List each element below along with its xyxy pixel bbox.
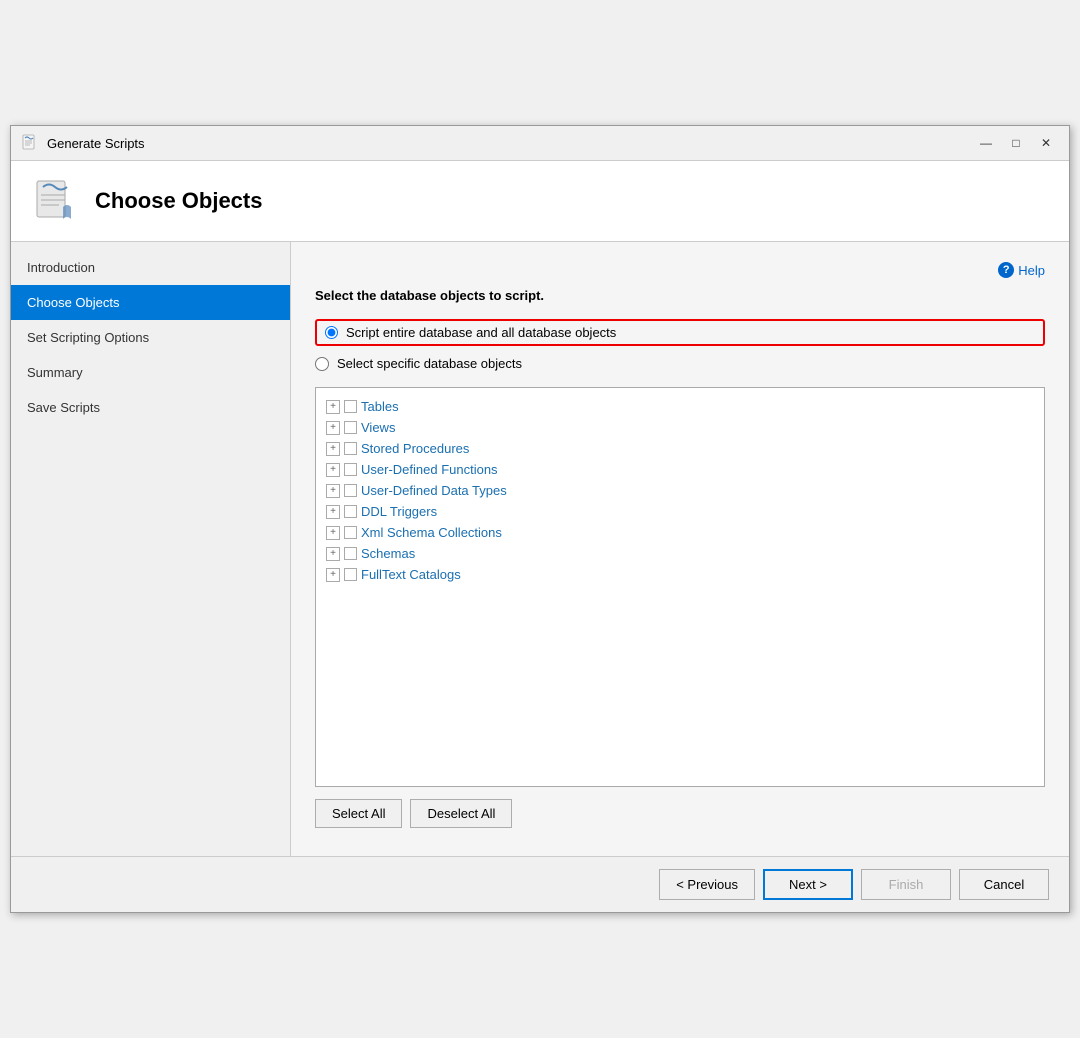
- tree-item-label: Schemas: [361, 546, 415, 561]
- tree-item-label: DDL Triggers: [361, 504, 437, 519]
- tree-item[interactable]: + Xml Schema Collections: [320, 522, 1040, 543]
- main-content: ? Help Select the database objects to sc…: [291, 242, 1069, 856]
- deselect-all-button[interactable]: Deselect All: [410, 799, 512, 828]
- tree-expand-icon[interactable]: +: [326, 400, 340, 414]
- sidebar-item-set-scripting-options[interactable]: Set Scripting Options: [11, 320, 290, 355]
- page-title: Choose Objects: [95, 188, 262, 214]
- tree-checkbox[interactable]: [344, 442, 357, 455]
- select-all-button[interactable]: Select All: [315, 799, 402, 828]
- radio-label-entire: Script entire database and all database …: [346, 325, 616, 340]
- select-buttons-row: Select All Deselect All: [315, 799, 1045, 828]
- radio-script-entire[interactable]: [325, 326, 338, 339]
- cancel-button[interactable]: Cancel: [959, 869, 1049, 900]
- tree-item-label: Views: [361, 420, 395, 435]
- sidebar-item-introduction[interactable]: Introduction: [11, 250, 290, 285]
- radio-label-specific: Select specific database objects: [337, 356, 522, 371]
- app-icon: [21, 134, 39, 152]
- tree-expand-icon[interactable]: +: [326, 442, 340, 456]
- tree-expand-icon[interactable]: +: [326, 526, 340, 540]
- maximize-button[interactable]: □: [1003, 132, 1029, 154]
- close-button[interactable]: ✕: [1033, 132, 1059, 154]
- tree-item[interactable]: + Stored Procedures: [320, 438, 1040, 459]
- tree-checkbox[interactable]: [344, 547, 357, 560]
- previous-button[interactable]: < Previous: [659, 869, 755, 900]
- tree-item-label: Tables: [361, 399, 399, 414]
- tree-checkbox[interactable]: [344, 421, 357, 434]
- tree-expand-icon[interactable]: +: [326, 421, 340, 435]
- window-title: Generate Scripts: [47, 136, 145, 151]
- tree-expand-icon[interactable]: +: [326, 547, 340, 561]
- tree-item-label: FullText Catalogs: [361, 567, 461, 582]
- wizard-header: Choose Objects: [11, 161, 1069, 242]
- tree-checkbox[interactable]: [344, 463, 357, 476]
- tree-item[interactable]: + Views: [320, 417, 1040, 438]
- radio-select-specific[interactable]: [315, 357, 329, 371]
- generate-scripts-window: Generate Scripts — □ ✕ Choose Objects In…: [10, 125, 1070, 913]
- radio-option-specific[interactable]: Select specific database objects: [315, 356, 1045, 371]
- tree-expand-icon[interactable]: +: [326, 463, 340, 477]
- help-link[interactable]: ? Help: [998, 262, 1045, 278]
- tree-checkbox[interactable]: [344, 568, 357, 581]
- title-bar-controls: — □ ✕: [973, 132, 1059, 154]
- minimize-button[interactable]: —: [973, 132, 999, 154]
- tree-expand-icon[interactable]: +: [326, 484, 340, 498]
- section-title: Select the database objects to script.: [315, 288, 1045, 303]
- help-icon: ?: [998, 262, 1014, 278]
- title-bar: Generate Scripts — □ ✕: [11, 126, 1069, 161]
- wizard-icon: [31, 177, 79, 225]
- tree-checkbox[interactable]: [344, 484, 357, 497]
- tree-item[interactable]: + DDL Triggers: [320, 501, 1040, 522]
- finish-button[interactable]: Finish: [861, 869, 951, 900]
- tree-item[interactable]: + FullText Catalogs: [320, 564, 1040, 585]
- tree-item[interactable]: + User-Defined Functions: [320, 459, 1040, 480]
- radio-group: Script entire database and all database …: [315, 319, 1045, 371]
- tree-item-label: User-Defined Data Types: [361, 483, 507, 498]
- tree-item[interactable]: + User-Defined Data Types: [320, 480, 1040, 501]
- tree-expand-icon[interactable]: +: [326, 505, 340, 519]
- sidebar: Introduction Choose Objects Set Scriptin…: [11, 242, 291, 856]
- tree-item-label: Stored Procedures: [361, 441, 469, 456]
- tree-item[interactable]: + Schemas: [320, 543, 1040, 564]
- tree-expand-icon[interactable]: +: [326, 568, 340, 582]
- tree-checkbox[interactable]: [344, 526, 357, 539]
- wizard-body: Introduction Choose Objects Set Scriptin…: [11, 242, 1069, 856]
- help-row: ? Help: [315, 262, 1045, 278]
- tree-item-label: User-Defined Functions: [361, 462, 498, 477]
- tree-checkbox[interactable]: [344, 400, 357, 413]
- sidebar-item-summary[interactable]: Summary: [11, 355, 290, 390]
- sidebar-item-choose-objects[interactable]: Choose Objects: [11, 285, 290, 320]
- title-bar-left: Generate Scripts: [21, 134, 145, 152]
- next-button[interactable]: Next >: [763, 869, 853, 900]
- tree-item[interactable]: + Tables: [320, 396, 1040, 417]
- wizard-footer: < Previous Next > Finish Cancel: [11, 856, 1069, 912]
- radio-option-entire[interactable]: Script entire database and all database …: [315, 319, 1045, 346]
- sidebar-item-save-scripts[interactable]: Save Scripts: [11, 390, 290, 425]
- object-tree[interactable]: + Tables + Views + Stored Procedures + User-Def…: [315, 387, 1045, 787]
- tree-item-label: Xml Schema Collections: [361, 525, 502, 540]
- tree-checkbox[interactable]: [344, 505, 357, 518]
